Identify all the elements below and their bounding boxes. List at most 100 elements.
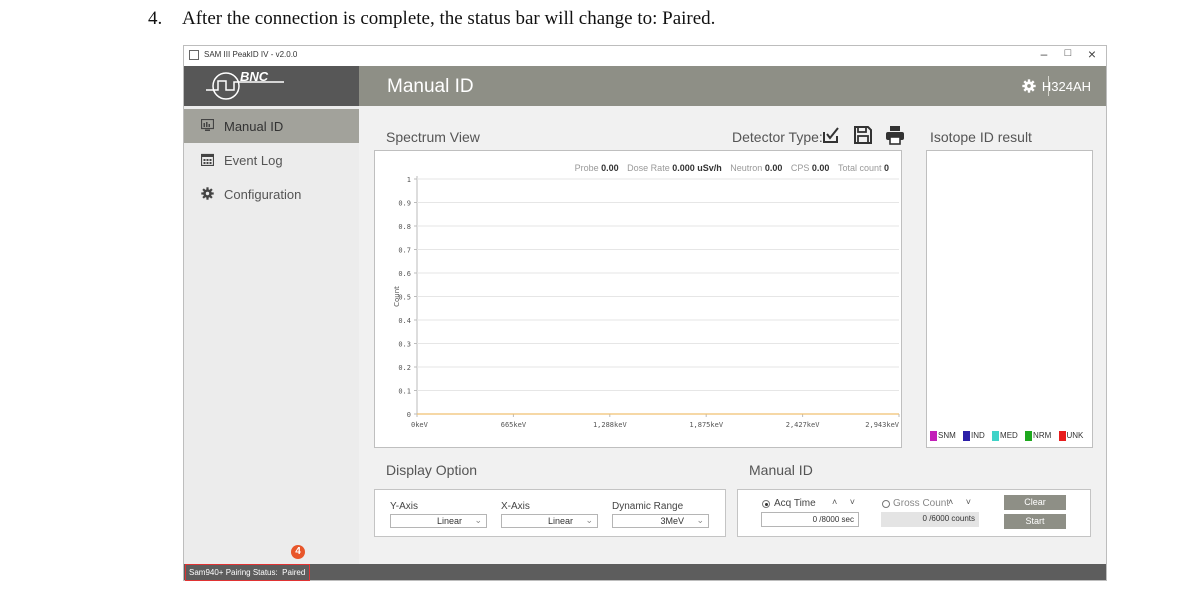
bnc-logo: BNC xyxy=(206,69,284,100)
sidebar-item-label: Configuration xyxy=(224,187,302,202)
y-tick-label: 0.6 xyxy=(398,270,411,278)
start-button[interactable]: Start xyxy=(1004,514,1066,529)
isotope-id-title: Isotope ID result xyxy=(930,129,1032,145)
legend-label: UNK xyxy=(1066,431,1084,441)
gross-count-value: 0 /6000 counts xyxy=(881,512,979,527)
x-axis-select[interactable]: Linear ⌄ xyxy=(501,514,598,528)
step-text: After the connection is complete, the st… xyxy=(182,8,716,29)
device-id: H324AH xyxy=(1041,79,1091,94)
manual-id-section-title: Manual ID xyxy=(749,462,813,478)
display-option-title: Display Option xyxy=(386,462,478,478)
app-window: SAM III PeakID IV - v2.0.0 – □ × BNC Man… xyxy=(183,45,1107,581)
dynamic-range-label: Dynamic Range xyxy=(612,501,684,512)
calendar-icon xyxy=(201,153,214,166)
x-tick-label: 1,288keV xyxy=(593,421,628,429)
display-option-panel: Y-Axis Linear ⌄ X-Axis Linear ⌄ Dynamic … xyxy=(374,489,726,537)
checklist-icon[interactable] xyxy=(821,125,841,145)
title-bar: SAM III PeakID IV - v2.0.0 – □ × xyxy=(184,46,1106,66)
save-icon[interactable] xyxy=(853,125,873,145)
app-icon xyxy=(189,50,199,60)
dynamic-range-select[interactable]: 3MeV ⌄ xyxy=(612,514,709,528)
sidebar-item-configuration[interactable]: Configuration xyxy=(184,177,359,211)
detector-type-label: Detector Type: xyxy=(732,129,823,145)
legend-item-snm: SNM xyxy=(930,431,956,441)
x-axis-label: X-Axis xyxy=(501,501,530,512)
y-axis-title: Count xyxy=(393,286,401,307)
x-tick-label: 665keV xyxy=(501,421,527,429)
callout-badge: 4 xyxy=(291,545,305,559)
select-value: 3MeV xyxy=(660,516,684,526)
isotope-result-panel: SNM IND MED NRM UNK xyxy=(926,150,1093,448)
chevron-down-icon: ⌄ xyxy=(585,515,593,525)
page-title: Manual ID xyxy=(387,76,474,97)
gross-count-radio[interactable] xyxy=(882,500,890,508)
y-tick-label: 0 xyxy=(407,411,411,419)
sidebar-item-label: Manual ID xyxy=(224,119,284,134)
acq-time-radio[interactable] xyxy=(762,500,770,508)
spectrum-chart: 00.10.20.30.40.50.60.70.80.910keV 665keV 1… xyxy=(393,176,900,429)
sidebar-item-event-log[interactable]: Event Log xyxy=(184,143,359,177)
logo-text: BNC xyxy=(240,69,269,84)
legend-item-ind: IND xyxy=(963,431,985,441)
pairing-status-value: Paired xyxy=(282,568,306,577)
monitor-icon xyxy=(201,119,214,131)
y-tick-label: 0.2 xyxy=(398,364,411,372)
legend-swatch xyxy=(930,431,937,441)
sidebar-item-label: Event Log xyxy=(224,153,283,168)
legend-swatch xyxy=(963,431,971,441)
maximize-button[interactable]: □ xyxy=(1056,47,1080,59)
x-tick-label: 0keV xyxy=(411,421,429,429)
sidebar: BNC Manual ID Event Log Configuration xyxy=(184,66,359,564)
header-bar: Manual ID H324AH xyxy=(359,66,1106,106)
manual-id-panel: Acq Time ˄ ˅ 0 /8000 sec Gross Count ˄ ˅… xyxy=(737,489,1091,537)
y-axis-select[interactable]: Linear ⌄ xyxy=(390,514,487,528)
legend-swatch xyxy=(1025,431,1033,441)
acq-time-label: Acq Time xyxy=(774,498,816,509)
legend-item-unk: UNK xyxy=(1058,431,1084,441)
legend-item-nrm: NRM xyxy=(1025,431,1051,441)
x-tick-label: 2,427keV xyxy=(786,421,821,429)
spectrum-view-title: Spectrum View xyxy=(386,129,480,145)
main-content: Spectrum View Detector Type: Isotope ID … xyxy=(359,106,1106,564)
x-tick-label: 2,943keV xyxy=(865,421,900,429)
y-tick-label: 0.4 xyxy=(398,317,411,325)
gross-count-stepper[interactable]: ˄ ˅ xyxy=(948,497,976,507)
clear-button[interactable]: Clear xyxy=(1004,495,1066,510)
select-value: Linear xyxy=(436,516,462,526)
close-button[interactable]: × xyxy=(1080,46,1104,62)
gross-count-label: Gross Count xyxy=(893,498,950,509)
minimize-button[interactable]: – xyxy=(1032,47,1056,61)
chevron-down-icon: ⌄ xyxy=(474,515,482,525)
y-tick-label: 0.8 xyxy=(398,223,411,231)
y-tick-label: 0.7 xyxy=(398,247,411,255)
chevron-down-icon: ⌄ xyxy=(696,515,704,525)
print-icon[interactable] xyxy=(885,125,905,145)
pairing-status-label: Sam940+ Pairing Status: xyxy=(189,568,278,577)
acq-time-stepper[interactable]: ˄ ˅ xyxy=(832,497,860,507)
legend-item-med: MED xyxy=(992,431,1018,441)
acq-time-value[interactable]: 0 /8000 sec xyxy=(761,512,859,527)
settings-gear-icon[interactable] xyxy=(1022,79,1036,93)
legend-label: NRM xyxy=(1033,431,1052,441)
select-value: Linear xyxy=(547,516,573,526)
sidebar-item-manual-id[interactable]: Manual ID xyxy=(184,109,359,143)
legend-label: MED xyxy=(1000,431,1018,441)
status-bar: Sam940+ Pairing Status: Paired xyxy=(184,564,1106,581)
logo-area: BNC xyxy=(184,66,359,106)
window-title: SAM III PeakID IV - v2.0.0 xyxy=(204,50,298,59)
legend-swatch xyxy=(992,431,1000,441)
y-tick-label: 1 xyxy=(407,176,411,184)
isotope-legend: SNM IND MED NRM UNK xyxy=(930,431,1088,441)
instruction-step: 4. After the connection is complete, the … xyxy=(148,8,715,30)
pairing-status-highlight: Sam940+ Pairing Status: Paired xyxy=(185,564,310,581)
step-number: 4. xyxy=(148,8,163,29)
y-tick-label: 0.3 xyxy=(398,341,411,349)
y-tick-label: 0.9 xyxy=(398,200,411,208)
y-axis-label: Y-Axis xyxy=(390,501,418,512)
gear-icon xyxy=(201,187,214,200)
spectrum-chart-panel: Probe 0.00 Dose Rate 0.000 uSv/h Neutron… xyxy=(374,150,902,448)
pairing-status-text: Sam940+ Pairing Status: Paired xyxy=(189,568,305,577)
legend-label: IND xyxy=(971,431,985,441)
x-tick-label: 1,875keV xyxy=(689,421,724,429)
legend-swatch xyxy=(1058,431,1066,441)
